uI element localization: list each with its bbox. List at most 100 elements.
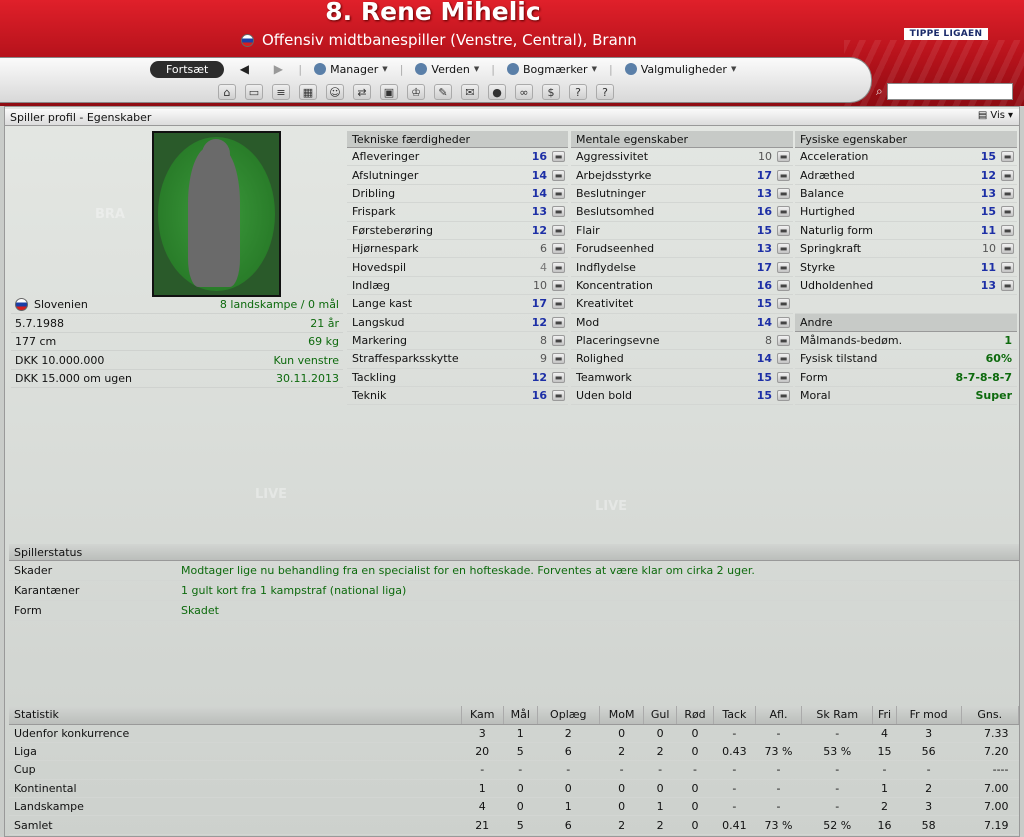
help-icon[interactable]: ? bbox=[569, 84, 587, 100]
match-icon[interactable]: ● bbox=[488, 84, 506, 100]
attribute-menu-button[interactable]: ▬ bbox=[1001, 206, 1014, 218]
search-input[interactable] bbox=[886, 83, 1013, 100]
forward-arrow-icon[interactable]: ▶ bbox=[264, 62, 292, 76]
attribute-menu-button[interactable]: ▬ bbox=[777, 353, 790, 365]
continue-button[interactable]: Fortsæt bbox=[150, 60, 225, 78]
attribute-menu-button[interactable]: ▬ bbox=[552, 279, 565, 291]
attribute-menu-button[interactable]: ▬ bbox=[777, 206, 790, 218]
status-label: Karantæner bbox=[14, 584, 80, 597]
attribute-value: 16 bbox=[756, 205, 772, 219]
stats-cell: 0 bbox=[676, 815, 714, 835]
attribute-menu-button[interactable]: ▬ bbox=[1001, 151, 1014, 163]
stats-column-header[interactable]: Fri bbox=[872, 706, 897, 725]
attribute-row-teamwork: Teamwork 15 ▬ bbox=[571, 369, 793, 388]
attribute-menu-button[interactable]: ▬ bbox=[552, 187, 565, 199]
stats-column-header[interactable]: Afl. bbox=[755, 706, 803, 725]
stats-column-header[interactable]: Gns. bbox=[961, 706, 1020, 725]
scout-icon[interactable]: ✎ bbox=[434, 84, 452, 100]
attribute-menu-button[interactable]: ▬ bbox=[777, 371, 790, 383]
view-button[interactable]: ▤ Vis ▾ bbox=[978, 110, 1013, 121]
stats-row-cup: Cup - - - - - - - - - - - ---- bbox=[9, 760, 1019, 780]
attribute-menu-button[interactable]: ▬ bbox=[777, 335, 790, 347]
attribute-menu-button[interactable]: ▬ bbox=[777, 243, 790, 255]
attribute-row-frispark: Frispark 13 ▬ bbox=[347, 203, 568, 222]
attribute-name: Lange kast bbox=[352, 297, 413, 311]
attribute-menu-button[interactable]: ▬ bbox=[1001, 187, 1014, 199]
status-text: 1 gult kort fra 1 kampstraf (national li… bbox=[181, 584, 407, 597]
attribute-menu-button[interactable]: ▬ bbox=[1001, 261, 1014, 273]
dropdown-arrow-icon: ▼ bbox=[730, 65, 737, 73]
attribute-menu-button[interactable]: ▬ bbox=[552, 316, 565, 328]
attribute-row-moral: Moral Super bbox=[795, 387, 1017, 406]
profile-icon[interactable]: ▭ bbox=[245, 84, 263, 100]
stats-column-header[interactable]: Kam bbox=[461, 706, 504, 725]
transfer-icon[interactable]: ⇄ bbox=[353, 84, 371, 100]
stats-cell: - bbox=[801, 724, 873, 743]
globe-icon bbox=[415, 63, 428, 75]
attribute-menu-button[interactable]: ▬ bbox=[777, 279, 790, 291]
search-icon[interactable]: ⌕ bbox=[876, 84, 883, 99]
player-position-club: Offensiv midtbanespiller (Venstre, Centr… bbox=[262, 31, 637, 49]
stats-column-header[interactable]: Fr mod bbox=[896, 706, 962, 725]
attribute-menu-button[interactable]: ▬ bbox=[552, 390, 565, 402]
attribute-menu-button[interactable]: ▬ bbox=[552, 206, 565, 218]
back-arrow-icon[interactable]: ◀ bbox=[230, 62, 258, 76]
team-icon[interactable]: ☺ bbox=[326, 84, 344, 100]
attribute-value: 11 bbox=[980, 223, 996, 237]
menu-verden[interactable]: Verden ▼ bbox=[409, 63, 485, 76]
attribute-value: 15 bbox=[756, 370, 772, 384]
stats-cell: 0 bbox=[599, 779, 644, 799]
attribute-menu-button[interactable]: ▬ bbox=[552, 261, 565, 273]
notes-icon[interactable]: ✉ bbox=[461, 84, 479, 100]
stats-cell: 7.33 bbox=[961, 724, 1019, 743]
stats-column-header[interactable]: MoM bbox=[599, 706, 645, 725]
stats-column-header[interactable]: Sk Ram bbox=[801, 706, 874, 725]
attribute-menu-button[interactable]: ▬ bbox=[777, 316, 790, 328]
attribute-value: 15 bbox=[756, 389, 772, 403]
attribute-menu-button[interactable]: ▬ bbox=[552, 335, 565, 347]
attribute-menu-button[interactable]: ▬ bbox=[777, 298, 790, 310]
attribute-menu-button[interactable]: ▬ bbox=[777, 151, 790, 163]
menu-manager[interactable]: Manager ▼ bbox=[308, 63, 394, 76]
attribute-row-straffesparksskytte: Straffesparksskytte 9 ▬ bbox=[347, 350, 568, 369]
info-icon[interactable]: ? bbox=[596, 84, 614, 100]
attribute-menu-button[interactable]: ▬ bbox=[1001, 279, 1014, 291]
attribute-menu-button[interactable]: ▬ bbox=[777, 224, 790, 236]
attribute-menu-button[interactable]: ▬ bbox=[552, 243, 565, 255]
binoculars-icon[interactable]: ∞ bbox=[515, 84, 533, 100]
attribute-menu-button[interactable]: ▬ bbox=[777, 169, 790, 181]
attribute-menu-button[interactable]: ▬ bbox=[552, 151, 565, 163]
tactics-icon[interactable]: ▣ bbox=[380, 84, 398, 100]
calendar-icon[interactable]: ▦ bbox=[299, 84, 317, 100]
stats-cell: 5 bbox=[503, 815, 538, 835]
attribute-row-indflydelse: Indflydelse 17 ▬ bbox=[571, 258, 793, 277]
attribute-menu-button[interactable]: ▬ bbox=[777, 390, 790, 402]
finance-icon[interactable]: $ bbox=[542, 84, 560, 100]
attribute-menu-button[interactable]: ▬ bbox=[552, 169, 565, 181]
menu-bookmarks[interactable]: Bogmærker ▼ bbox=[501, 63, 603, 76]
attribute-menu-button[interactable]: ▬ bbox=[1001, 224, 1014, 236]
stats-column-header[interactable]: Mål bbox=[503, 706, 538, 725]
stats-column-header[interactable]: Statistik bbox=[9, 706, 462, 725]
attribute-value: 14 bbox=[531, 168, 547, 182]
attribute-menu-button[interactable]: ▬ bbox=[552, 298, 565, 310]
attribute-value: 16 bbox=[531, 389, 547, 403]
attribute-menu-button[interactable]: ▬ bbox=[1001, 169, 1014, 181]
attribute-menu-button[interactable]: ▬ bbox=[552, 353, 565, 365]
stats-cell: 0 bbox=[537, 779, 600, 799]
stats-column-header[interactable]: Gul bbox=[643, 706, 677, 725]
menu-options[interactable]: Valgmuligheder ▼ bbox=[619, 63, 743, 76]
slovenia-flag-icon bbox=[241, 33, 254, 47]
attribute-menu-button[interactable]: ▬ bbox=[1001, 243, 1014, 255]
news-icon[interactable]: ≡ bbox=[272, 84, 290, 100]
home-icon[interactable]: ⌂ bbox=[218, 84, 236, 100]
attribute-menu-button[interactable]: ▬ bbox=[777, 261, 790, 273]
trophy-icon[interactable]: ♔ bbox=[407, 84, 425, 100]
stats-column-header[interactable]: Oplæg bbox=[537, 706, 600, 725]
stats-column-header[interactable]: Rød bbox=[676, 706, 715, 725]
attribute-name: Form bbox=[800, 370, 828, 384]
attribute-menu-button[interactable]: ▬ bbox=[552, 371, 565, 383]
attribute-menu-button[interactable]: ▬ bbox=[777, 187, 790, 199]
attribute-menu-button[interactable]: ▬ bbox=[552, 224, 565, 236]
stats-column-header[interactable]: Tack bbox=[713, 706, 756, 725]
